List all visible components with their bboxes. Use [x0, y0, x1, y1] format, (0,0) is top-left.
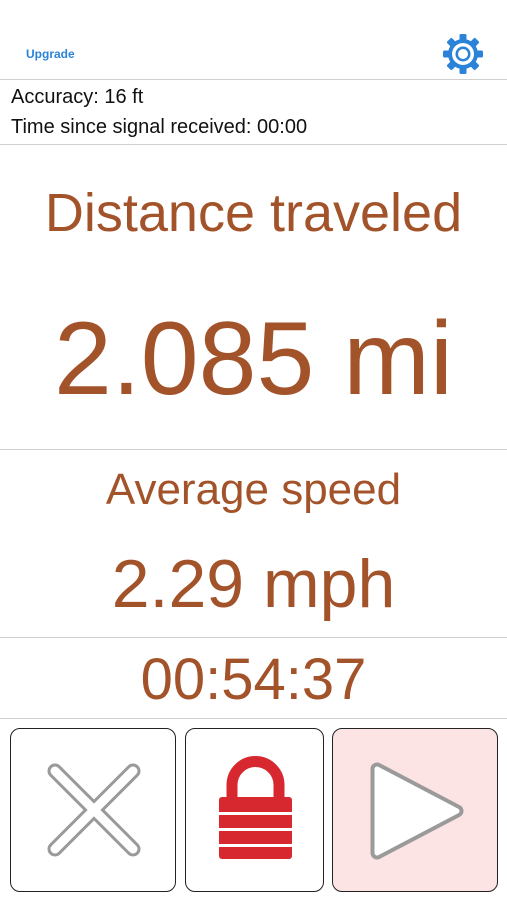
- speed-value: 2.29 mph: [111, 546, 396, 622]
- speed-label: Average speed: [105, 465, 402, 514]
- upgrade-link[interactable]: Upgrade: [26, 47, 75, 61]
- accuracy-text: Accuracy: 16 ft: [11, 86, 144, 108]
- cancel-button[interactable]: [10, 728, 176, 892]
- divider: [0, 79, 507, 80]
- top-bar: Upgrade: [0, 0, 507, 79]
- distance-value: 2.085 mi: [54, 301, 453, 417]
- divider: [0, 449, 507, 450]
- gear-icon[interactable]: [442, 33, 484, 75]
- close-icon: [47, 763, 141, 857]
- elapsed-timer: 00:54:37: [140, 647, 367, 712]
- distance-label: Distance traveled: [44, 183, 463, 243]
- play-button[interactable]: [332, 728, 498, 892]
- divider: [0, 637, 507, 638]
- divider: [0, 718, 507, 719]
- divider: [0, 144, 507, 145]
- signal-time-text: Time since signal received: 00:00: [11, 116, 308, 138]
- lock-button[interactable]: [185, 728, 324, 892]
- play-icon: [370, 762, 464, 860]
- lock-icon: [219, 756, 292, 859]
